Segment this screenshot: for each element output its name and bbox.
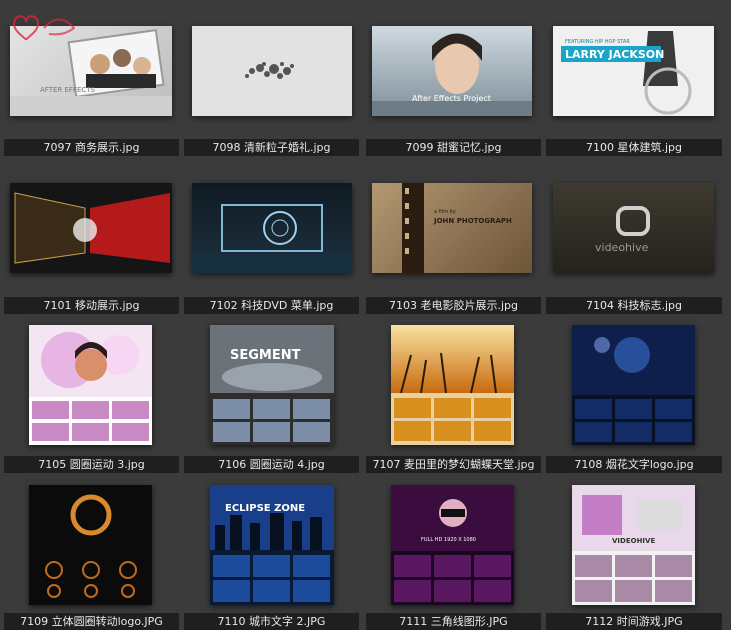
thumb-text-7111: FULL HD 1920 X 1080: [421, 537, 476, 543]
file-label[interactable]: 7106 圆圈运动 4.jpg: [184, 456, 359, 473]
file-label[interactable]: 7098 清新粒子婚礼.jpg: [184, 139, 359, 156]
thumbnail-7101[interactable]: [10, 183, 172, 273]
file-label[interactable]: 7104 科技标志.jpg: [546, 297, 722, 314]
thumbnail-7102[interactable]: [192, 183, 352, 273]
file-label[interactable]: 7107 麦田里的梦幻蝴蝶天堂.jpg: [366, 456, 541, 473]
thumb-text-7099: After Effects Project: [412, 94, 491, 103]
thumb-text-7097: AFTER EFFECTS: [40, 86, 96, 94]
thumbnail-7109[interactable]: [29, 485, 152, 605]
file-label[interactable]: 7102 科技DVD 菜单.jpg: [184, 297, 359, 314]
file-label[interactable]: 7110 城市文字 2.JPG: [184, 613, 359, 630]
file-label[interactable]: 7111 三角线图形.JPG: [366, 613, 541, 630]
thumbnail-7106[interactable]: SEGMENT: [210, 325, 334, 445]
file-label[interactable]: 7112 时间游戏.JPG: [546, 613, 722, 630]
file-label[interactable]: 7103 老电影胶片展示.jpg: [366, 297, 541, 314]
thumbnail-7103[interactable]: a film by JOHN PHOTOGRAPH: [372, 183, 532, 273]
file-label[interactable]: 7100 星体建筑.jpg: [546, 139, 722, 156]
thumb-text-7106: SEGMENT: [230, 348, 301, 363]
file-label[interactable]: 7105 圆圈运动 3.jpg: [4, 456, 179, 473]
file-label[interactable]: 7101 移动展示.jpg: [4, 297, 179, 314]
thumbnail-7107[interactable]: [391, 325, 514, 445]
file-label[interactable]: 7099 甜蜜记忆.jpg: [366, 139, 541, 156]
thumb-text-7112: VIDEOHIVE: [612, 537, 655, 545]
file-label[interactable]: 7108 烟花文字logo.jpg: [546, 456, 722, 473]
thumbnail-7111[interactable]: FULL HD 1920 X 1080: [391, 485, 514, 605]
file-label[interactable]: 7097 商务展示.jpg: [4, 139, 179, 156]
thumbnail-7099[interactable]: After Effects Project: [372, 26, 532, 116]
thumb-text-7100b: FEATURING HIP HOP STAR: [565, 39, 630, 45]
thumbnail-7100[interactable]: LARRY JACKSON FEATURING HIP HOP STAR: [553, 26, 714, 116]
thumbnail-7105[interactable]: [29, 325, 152, 445]
thumb-text-7104: videohive: [595, 241, 649, 254]
thumb-text-7110: ECLIPSE ZONE: [225, 503, 305, 514]
thumb-text-7100a: LARRY JACKSON: [565, 48, 664, 61]
thumbnail-grid: AFTER EFFECTS After Effects Project LARR…: [0, 0, 731, 630]
thumbnail-7108[interactable]: [572, 325, 695, 445]
thumbnail-7110[interactable]: ECLIPSE ZONE: [210, 485, 334, 605]
thumbnail-7104[interactable]: videohive: [553, 183, 714, 273]
thumbnail-7098[interactable]: [192, 26, 352, 116]
file-label[interactable]: 7109 立体圆圈转动logo.JPG: [4, 613, 179, 630]
thumbnail-7112[interactable]: VIDEOHIVE: [572, 485, 695, 605]
watermark-logo: [12, 15, 76, 41]
thumb-text-7103b: JOHN PHOTOGRAPH: [433, 217, 512, 225]
thumb-text-7103a: a film by: [434, 209, 456, 215]
